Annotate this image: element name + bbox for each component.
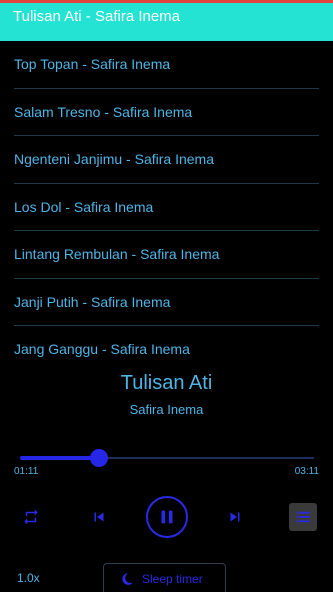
sleep-timer-label: Sleep timer <box>142 571 203 586</box>
skip-previous-icon <box>94 512 104 522</box>
header-bar: Tulisan Ati - Safira Inema <box>0 3 333 41</box>
song-item[interactable]: Ngenteni Janjimu - Safira Inema <box>0 136 333 184</box>
song-list: Top Topan - Safira Inema Salam Tresno - … <box>0 41 333 374</box>
repeat-icon <box>24 509 38 525</box>
song-item[interactable]: Salam Tresno - Safira Inema <box>0 89 333 137</box>
total-duration: 03:11 <box>294 466 319 477</box>
song-item[interactable]: Top Topan - Safira Inema <box>0 41 333 89</box>
seek-thumb[interactable] <box>90 449 109 467</box>
pause-button[interactable] <box>146 496 188 538</box>
pause-icon <box>161 510 173 524</box>
song-item[interactable]: Lintang Rembulan - Safira Inema <box>0 231 333 279</box>
song-item[interactable]: Los Dol - Safira Inema <box>0 184 333 232</box>
moon-icon <box>122 572 133 585</box>
song-item[interactable]: Jang Ganggu - Safira Inema <box>0 326 333 374</box>
previous-button[interactable] <box>86 504 112 530</box>
song-item[interactable]: Janji Putih - Safira Inema <box>0 279 333 327</box>
seek-progress <box>20 456 100 460</box>
repeat-button[interactable] <box>18 504 44 530</box>
now-playing-artist: Safira Inema <box>129 402 204 417</box>
next-button[interactable] <box>222 504 248 530</box>
header-title: Tulisan Ati - Safira Inema <box>13 8 181 25</box>
sleep-timer-button[interactable]: Sleep timer <box>103 563 226 592</box>
music-player-screen: Tulisan Ati - Safira Inema Top Topan - S… <box>0 0 333 592</box>
queue-button[interactable] <box>289 503 317 531</box>
current-time: 01:11 <box>14 466 39 477</box>
skip-next-icon <box>230 512 240 522</box>
queue-list-icon <box>296 511 310 523</box>
seek-bar[interactable] <box>20 449 314 467</box>
playback-speed-button[interactable]: 1.0x <box>17 571 40 585</box>
now-playing-title: Tulisan Ati <box>120 372 213 394</box>
